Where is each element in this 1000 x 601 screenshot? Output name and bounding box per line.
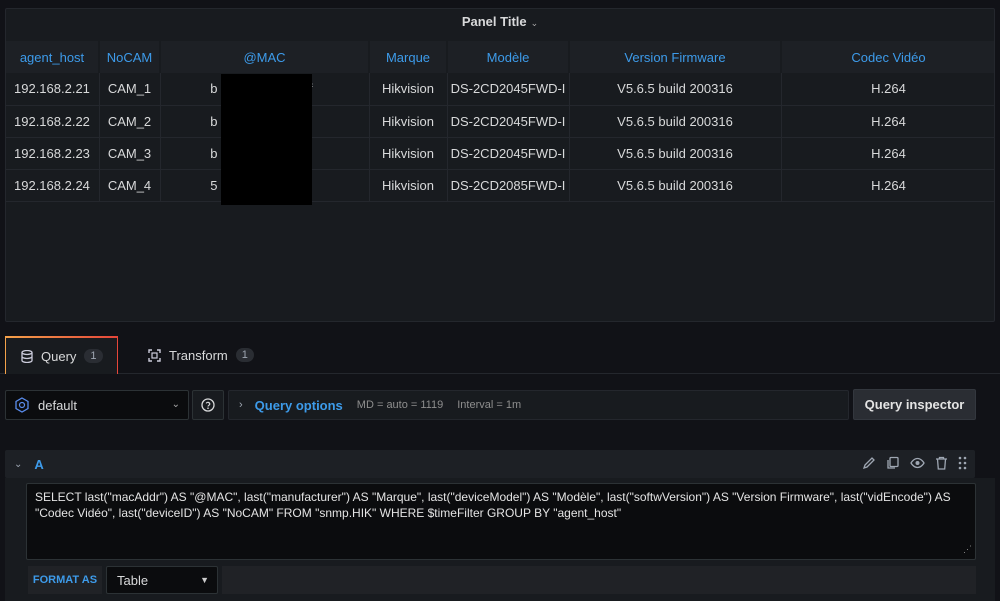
help-button[interactable] <box>192 390 224 420</box>
chevron-down-icon: ⌄ <box>171 399 180 410</box>
redaction-box <box>221 74 312 205</box>
table-row: 192.168.2.24 CAM_4 5d Hikvision DS-2CD20… <box>6 169 994 202</box>
cell-agent-host: 192.168.2.21 <box>6 73 100 106</box>
format-row-filler <box>222 566 976 594</box>
mac-prefix: b <box>210 145 218 161</box>
datasource-label: default <box>38 397 78 413</box>
chevron-down-icon[interactable]: ⌄ <box>531 18 539 28</box>
cell-marque: Hikvision <box>369 137 448 170</box>
cell-firmware: V5.6.5 build 200316 <box>569 105 782 138</box>
cell-modele: DS-2CD2045FWD-I <box>447 137 570 170</box>
column-header-nocam[interactable]: NoCAM <box>99 41 161 73</box>
column-header-codec[interactable]: Codec Vidéo <box>781 41 994 73</box>
format-as-label: FORMAT AS <box>28 566 102 594</box>
cell-modele: DS-2CD2045FWD-I <box>447 105 570 138</box>
column-header-mac[interactable]: @MAC <box>160 41 370 73</box>
column-header-agent-host[interactable]: agent_host <box>6 41 100 73</box>
query-inspector-button[interactable]: Query inspector <box>853 389 976 420</box>
datasource-picker[interactable]: default ⌄ <box>5 390 189 420</box>
trash-icon[interactable] <box>935 456 948 470</box>
editor-tabs: Query 1 Transform 1 <box>0 336 1000 374</box>
interval-value: Interval = 1m <box>457 399 522 411</box>
format-as-value: Table <box>117 572 149 588</box>
question-circle-icon <box>201 398 215 412</box>
table-panel: Panel Title ⌄ agent_host NoCAM @MAC Marqu… <box>5 8 995 322</box>
cell-codec: H.264 <box>781 169 994 202</box>
table-row: 192.168.2.23 CAM_3 b8 Hikvision DS-2CD20… <box>6 137 994 170</box>
tab-transform-count: 1 <box>235 348 254 362</box>
table-row: 192.168.2.22 CAM_2 bd Hikvision DS-2CD20… <box>6 105 994 138</box>
chevron-right-icon: › <box>239 399 243 411</box>
cell-nocam: CAM_3 <box>99 137 161 170</box>
transform-icon <box>148 348 161 362</box>
tab-query-count: 1 <box>84 349 103 363</box>
data-table: agent_host NoCAM @MAC Marque Modèle Vers… <box>6 41 994 202</box>
resize-handle-icon[interactable]: ⋰ <box>963 541 972 557</box>
query-text: SELECT last("macAddr") AS "@MAC", last("… <box>35 490 951 520</box>
query-editor[interactable]: SELECT last("macAddr") AS "@MAC", last("… <box>26 483 976 560</box>
pencil-icon[interactable] <box>862 456 876 470</box>
cell-marque: Hikvision <box>369 73 448 106</box>
query-options-label[interactable]: Query options <box>255 398 343 413</box>
table-header-row: agent_host NoCAM @MAC Marque Modèle Vers… <box>6 41 994 73</box>
column-header-modele[interactable]: Modèle <box>447 41 570 73</box>
cell-modele: DS-2CD2085FWD-I <box>447 169 570 202</box>
chevron-down-icon[interactable]: ⌄ <box>14 459 22 470</box>
max-data-points: MD = auto = 1119 <box>356 399 444 411</box>
column-header-marque[interactable]: Marque <box>369 41 448 73</box>
cell-firmware: V5.6.5 build 200316 <box>569 169 782 202</box>
panel-title[interactable]: Panel Title ⌄ <box>6 9 994 35</box>
cell-codec: H.264 <box>781 137 994 170</box>
cell-agent-host: 192.168.2.24 <box>6 169 100 202</box>
query-ref-id[interactable]: A <box>34 457 43 472</box>
caret-down-icon: ▼ <box>200 575 209 585</box>
cell-modele: DS-2CD2045FWD-I <box>447 73 570 106</box>
table-row: 192.168.2.21 CAM_1 bf Hikvision DS-2CD20… <box>6 73 994 106</box>
cell-agent-host: 192.168.2.23 <box>6 137 100 170</box>
cell-nocam: CAM_4 <box>99 169 161 202</box>
query-row-actions <box>862 456 967 470</box>
tab-query[interactable]: Query 1 <box>5 336 118 374</box>
cell-firmware: V5.6.5 build 200316 <box>569 73 782 106</box>
format-as-select[interactable]: Table ▼ <box>106 566 218 594</box>
cell-nocam: CAM_2 <box>99 105 161 138</box>
database-icon <box>21 349 33 363</box>
mac-prefix: b <box>210 81 218 97</box>
datasource-icon <box>15 397 29 413</box>
query-row-header[interactable]: ⌄ A <box>5 450 975 478</box>
mac-prefix: 5 <box>210 177 218 193</box>
eye-icon[interactable] <box>910 456 925 470</box>
column-header-firmware[interactable]: Version Firmware <box>569 41 782 73</box>
cell-firmware: V5.6.5 build 200316 <box>569 137 782 170</box>
cell-agent-host: 192.168.2.22 <box>6 105 100 138</box>
cell-nocam: CAM_1 <box>99 73 161 106</box>
query-options[interactable]: › Query options MD = auto = 1119 Interva… <box>228 390 849 420</box>
mac-prefix: b <box>210 113 218 129</box>
copy-icon[interactable] <box>886 456 900 470</box>
tab-query-label: Query <box>41 348 77 364</box>
tab-transform-label: Transform <box>169 347 228 363</box>
tab-transform[interactable]: Transform 1 <box>148 336 263 374</box>
cell-codec: H.264 <box>781 105 994 138</box>
cell-codec: H.264 <box>781 73 994 106</box>
cell-marque: Hikvision <box>369 105 448 138</box>
panel-title-text[interactable]: Panel Title <box>462 14 527 29</box>
cell-marque: Hikvision <box>369 169 448 202</box>
drag-handle-icon[interactable] <box>958 456 967 470</box>
